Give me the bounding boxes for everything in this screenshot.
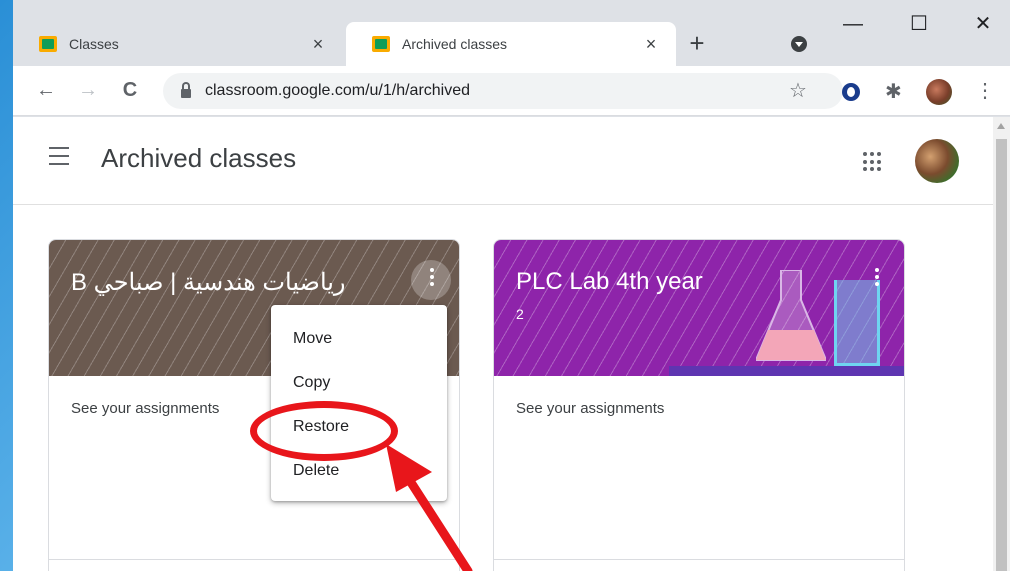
tab-close-icon[interactable]: × [303, 34, 333, 55]
browser-menu-icon[interactable]: ⋮ [975, 78, 995, 103]
menu-item-copy[interactable]: Copy [271, 361, 447, 405]
hamburger-menu-icon[interactable] [49, 147, 69, 165]
class-title[interactable]: رياضيات هندسية | صباحي B [71, 268, 346, 297]
tab-strip: Classes × Archived classes × + — ☐ ✕ [13, 0, 1010, 66]
page-scrollbar[interactable] [993, 117, 1010, 571]
browser-profile-avatar[interactable] [926, 79, 952, 105]
card-divider [494, 559, 904, 560]
tab-title: Archived classes [402, 36, 508, 52]
browser-window: Classes × Archived classes × + — ☐ ✕ ← →… [13, 0, 1010, 571]
class-card[interactable]: PLC Lab 4th year 2 See your assignments [493, 239, 905, 571]
class-section: 2 [516, 306, 524, 322]
beaker-illustration-icon [834, 280, 880, 366]
card-divider [49, 559, 459, 560]
tab-search-icon[interactable] [791, 36, 807, 52]
classroom-favicon-icon [39, 36, 57, 52]
tab-title: Classes [69, 36, 119, 52]
forward-arrow-icon[interactable]: → [75, 78, 101, 102]
more-options-icon[interactable] [874, 268, 880, 286]
google-apps-icon[interactable] [863, 152, 883, 172]
menu-item-move[interactable]: Move [271, 317, 447, 361]
avatar[interactable] [915, 139, 959, 183]
new-tab-button[interactable]: + [683, 30, 711, 56]
bench-illustration [669, 366, 904, 376]
scrollbar-thumb[interactable] [996, 139, 1007, 571]
class-card-header[interactable]: PLC Lab 4th year 2 [494, 240, 904, 376]
class-title[interactable]: PLC Lab 4th year [516, 268, 703, 296]
tab-classes[interactable]: Classes × [13, 22, 343, 66]
page-title: Archived classes [101, 143, 297, 173]
tab-close-icon[interactable]: × [636, 34, 666, 55]
scroll-up-arrow-icon[interactable] [997, 123, 1005, 129]
reload-icon[interactable]: C [117, 78, 143, 102]
minimize-button[interactable]: — [833, 14, 873, 34]
classroom-page: Archived classes رياضيات هندسية | صباحي … [13, 117, 993, 571]
flask-illustration-icon [754, 269, 828, 366]
more-options-icon[interactable] [411, 260, 451, 300]
address-bar[interactable]: classroom.google.com/u/1/h/archived [163, 73, 843, 109]
close-window-button[interactable]: ✕ [963, 14, 1003, 34]
restore-highlight-circle [250, 401, 398, 461]
lock-icon [181, 82, 191, 98]
see-assignments-link[interactable]: See your assignments [71, 400, 219, 417]
classroom-favicon-icon [372, 36, 390, 52]
extension-icon[interactable] [842, 83, 860, 101]
back-arrow-icon[interactable]: ← [33, 78, 59, 102]
extensions-puzzle-icon[interactable]: ✱ [885, 79, 902, 104]
url-text: classroom.google.com/u/1/h/archived [205, 82, 471, 99]
app-bar: Archived classes [13, 117, 993, 205]
bookmark-star-icon[interactable]: ☆ [789, 78, 807, 103]
maximize-button[interactable]: ☐ [899, 14, 939, 34]
tab-archived-classes[interactable]: Archived classes × [346, 22, 676, 66]
see-assignments-link[interactable]: See your assignments [516, 400, 664, 417]
browser-toolbar: ← → C classroom.google.com/u/1/h/archive… [13, 66, 1010, 116]
